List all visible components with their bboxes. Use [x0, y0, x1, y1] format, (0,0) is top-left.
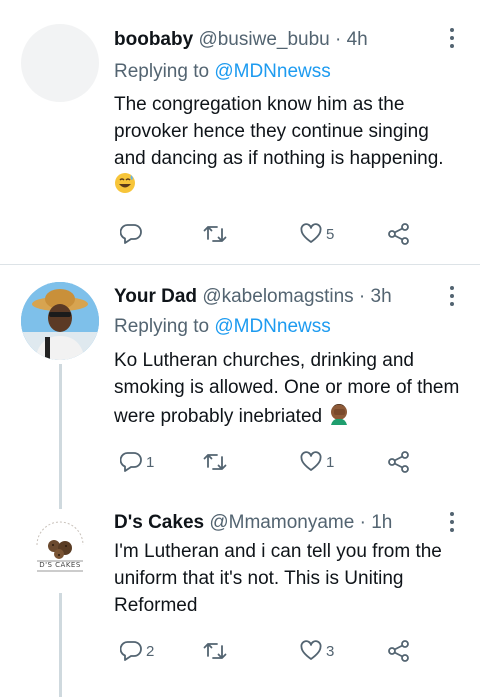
- share-button[interactable]: [387, 640, 411, 662]
- tweet-text: Ko Lutheran churches, drinking and smoki…: [114, 347, 464, 433]
- retweet-button[interactable]: [203, 223, 231, 245]
- tweet-text-content: The congregation know him as the provoke…: [114, 94, 444, 169]
- more-options-icon[interactable]: [449, 512, 455, 536]
- display-name[interactable]: Your Dad: [114, 286, 197, 307]
- tweet-actions: 2 3: [114, 640, 414, 664]
- separator: ·: [358, 286, 366, 307]
- reply-icon: [120, 224, 142, 244]
- thread-line-top: [59, 503, 62, 509]
- like-button[interactable]: 3: [300, 640, 334, 662]
- reply-count: 1: [146, 453, 155, 471]
- replying-to: Replying to @MDNnewss: [114, 60, 331, 84]
- avatar[interactable]: D'S CAKES: [21, 509, 99, 587]
- tweet-text: I'm Lutheran and i can tell you from the…: [114, 538, 464, 619]
- user-handle[interactable]: @busiwe_bubu: [198, 29, 329, 50]
- share-icon: [388, 223, 409, 245]
- like-button[interactable]: 5: [300, 223, 334, 245]
- tweet-2[interactable]: Your Dad @kabelomagstins · 3h Replying t…: [0, 265, 480, 503]
- tweet-actions: 5: [114, 223, 414, 247]
- tweet-header: Your Dad @kabelomagstins · 3h: [114, 285, 392, 309]
- display-name[interactable]: D's Cakes: [114, 512, 204, 533]
- reply-button[interactable]: 2: [120, 640, 154, 662]
- timestamp[interactable]: 3h: [371, 286, 392, 307]
- tweet-text: The congregation know him as the provoke…: [114, 91, 464, 202]
- share-button[interactable]: [387, 451, 411, 473]
- tweet-1[interactable]: boobaby @busiwe_bubu · 4h Replying to @M…: [0, 0, 480, 264]
- tweet-header: boobaby @busiwe_bubu · 4h: [114, 28, 368, 52]
- face-palm-emoji: [327, 401, 351, 433]
- thread-line: [59, 364, 62, 503]
- user-handle[interactable]: @kabelomagstins: [202, 286, 353, 307]
- heart-icon: [300, 223, 322, 243]
- retweet-icon: [203, 226, 227, 242]
- separator: ·: [359, 512, 366, 533]
- retweet-button[interactable]: [203, 640, 231, 662]
- retweet-icon: [203, 643, 227, 659]
- reply-button[interactable]: [120, 223, 146, 245]
- tweet-text-content: I'm Lutheran and i can tell you from the…: [114, 541, 442, 616]
- like-button[interactable]: 1: [300, 451, 334, 473]
- user-handle[interactable]: @Mmamonyame: [209, 512, 354, 533]
- retweet-button[interactable]: [203, 451, 231, 473]
- tweet-3[interactable]: D'S CAKES D's Cakes @Mmamonyame · 1h I'm…: [0, 503, 480, 697]
- share-icon: [388, 640, 409, 662]
- avatar-label: D'S CAKES: [39, 561, 81, 569]
- replying-to-label: Replying to: [114, 316, 210, 337]
- avatar[interactable]: [21, 282, 99, 360]
- more-options-icon[interactable]: [449, 286, 455, 310]
- reply-icon: [120, 452, 142, 472]
- display-name[interactable]: boobaby: [114, 29, 193, 50]
- like-count: 3: [326, 642, 335, 660]
- tweet-actions: 1 1: [114, 451, 414, 475]
- more-options-icon[interactable]: [449, 28, 455, 52]
- share-button[interactable]: [387, 223, 411, 245]
- reply-button[interactable]: 1: [120, 451, 154, 473]
- cookie-logo-image: [36, 521, 84, 572]
- timestamp[interactable]: 1h: [371, 512, 392, 533]
- like-count: 1: [326, 453, 335, 471]
- like-count: 5: [326, 225, 335, 243]
- mention-link[interactable]: @MDNnewss: [214, 61, 330, 82]
- separator: ·: [335, 29, 342, 50]
- grinning-sweat-face-emoji: [114, 172, 136, 202]
- share-icon: [388, 451, 409, 473]
- reply-icon: [120, 641, 142, 661]
- timestamp[interactable]: 4h: [347, 29, 368, 50]
- tweet-text-content: Ko Lutheran churches, drinking and smoki…: [114, 350, 460, 428]
- replying-to: Replying to @MDNnewss: [114, 315, 331, 339]
- avatar-image: [21, 282, 99, 360]
- heart-icon: [300, 640, 322, 660]
- mention-link[interactable]: @MDNnewss: [214, 316, 330, 337]
- replying-to-label: Replying to: [114, 61, 210, 82]
- retweet-icon: [203, 454, 227, 470]
- reply-count: 2: [146, 642, 155, 660]
- heart-icon: [300, 451, 322, 471]
- tweet-header: D's Cakes @Mmamonyame · 1h: [114, 511, 392, 535]
- thread-line: [59, 593, 62, 697]
- avatar[interactable]: [21, 24, 99, 102]
